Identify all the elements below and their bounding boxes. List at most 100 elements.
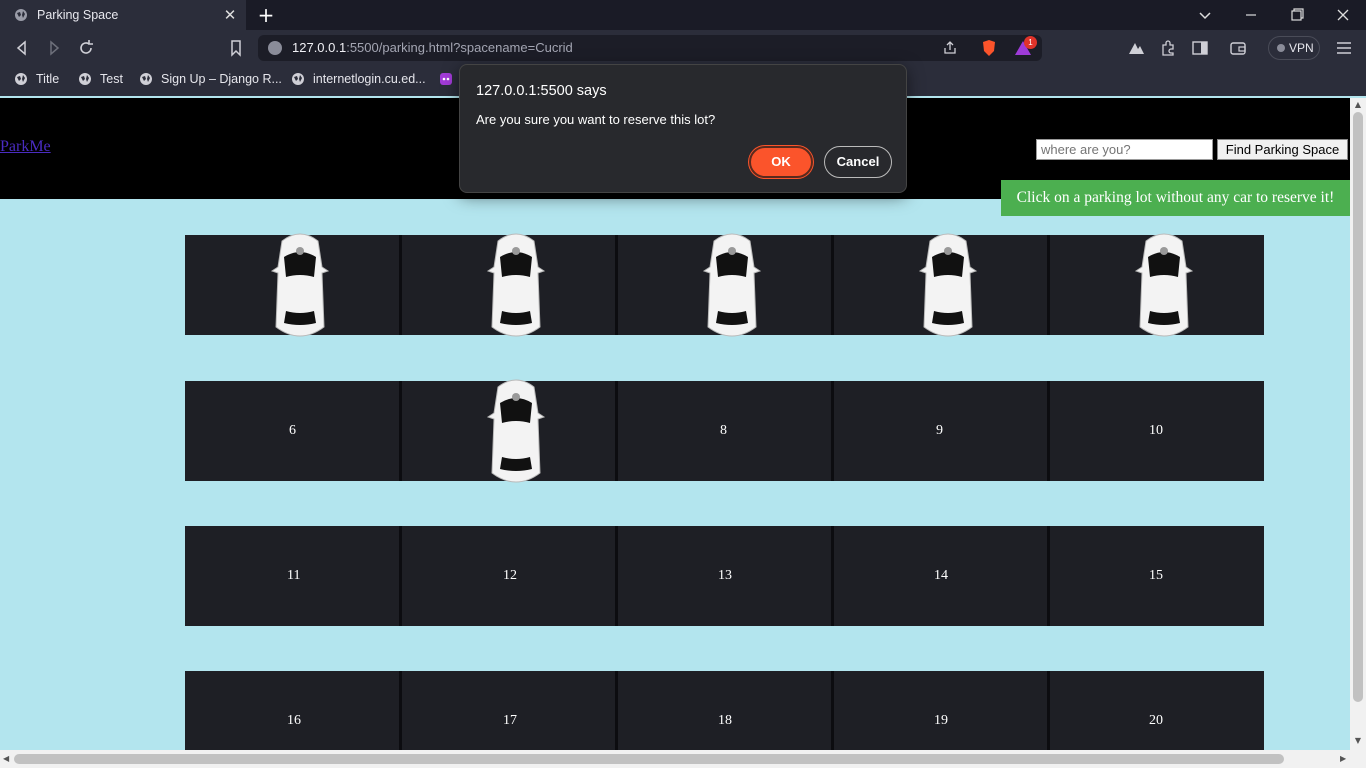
- parking-lot[interactable]: 3: [617, 233, 831, 337]
- bookmark-icon[interactable]: [226, 38, 246, 58]
- bookmark-item[interactable]: internetlogin.cu.ed...: [291, 72, 426, 86]
- assistant-icon: [440, 73, 452, 85]
- parking-lot[interactable]: 15: [1049, 526, 1263, 626]
- globe-icon: [292, 73, 304, 85]
- horizontal-scrollbar[interactable]: ◀ ▶: [0, 750, 1366, 768]
- url-text[interactable]: 127.0.0.1:5500/parking.html?spacename=Cu…: [292, 40, 573, 55]
- bookmark-label: Title: [36, 72, 60, 86]
- confirm-dialog: 127.0.0.1:5500 says Are you sure you wan…: [459, 64, 907, 193]
- lot-number: 14: [934, 568, 948, 583]
- forward-icon[interactable]: [44, 38, 64, 58]
- parking-lot[interactable]: 4: [833, 233, 1047, 337]
- car-icon: [1132, 227, 1196, 343]
- parking-lot[interactable]: 16: [185, 671, 399, 750]
- parking-row: 16 17 18 19 20: [185, 671, 1264, 750]
- rewards-badge: 1: [1024, 36, 1037, 49]
- bookmark-label: Sign Up – Django R...: [161, 72, 282, 86]
- site-info-icon[interactable]: [268, 41, 282, 55]
- lot-number: 12: [503, 568, 517, 583]
- location-search-input[interactable]: [1036, 139, 1213, 160]
- tab-title: Parking Space: [37, 8, 119, 22]
- bookmark-label: Test: [100, 72, 123, 86]
- parking-lot[interactable]: 14: [833, 526, 1047, 626]
- parking-lot[interactable]: 5: [1049, 233, 1263, 337]
- bookmark-item[interactable]: [439, 72, 461, 86]
- url-host: 127.0.0.1: [292, 40, 347, 55]
- menu-icon[interactable]: [1334, 38, 1354, 58]
- bookmark-item[interactable]: Title: [14, 72, 59, 86]
- parking-lot[interactable]: 8: [617, 381, 831, 481]
- scroll-left-icon[interactable]: ◀: [3, 754, 9, 763]
- url-path: :5500/parking.html?spacename=Cucrid: [346, 40, 573, 55]
- lot-number: 9: [936, 423, 943, 438]
- vpn-button[interactable]: VPN: [1268, 36, 1320, 60]
- parking-row: 12345: [185, 233, 1264, 337]
- parking-lot[interactable]: 18: [617, 671, 831, 750]
- minimize-icon[interactable]: [1240, 4, 1262, 26]
- cancel-button[interactable]: Cancel: [824, 146, 892, 178]
- parking-row: 11 12 13 14 15: [185, 526, 1264, 626]
- close-tab-icon[interactable]: ✕: [222, 7, 238, 23]
- lot-number: 6: [289, 423, 296, 438]
- parking-lot[interactable]: 6: [185, 381, 399, 481]
- scroll-down-icon[interactable]: ▼: [1353, 736, 1363, 746]
- parking-lot[interactable]: 2: [401, 233, 615, 337]
- bookmark-item[interactable]: Test: [78, 72, 123, 86]
- wallet-icon[interactable]: [1228, 38, 1248, 58]
- restore-icon[interactable]: [1286, 4, 1308, 26]
- globe-icon: [140, 73, 152, 85]
- horizontal-scroll-thumb[interactable]: [14, 754, 1284, 764]
- vpn-status-icon: [1277, 44, 1285, 52]
- car-icon: [268, 227, 332, 343]
- bookmark-item[interactable]: Sign Up – Django R...: [139, 72, 282, 86]
- extensions-icon[interactable]: [1158, 38, 1178, 58]
- brand-link[interactable]: ParkMe: [0, 138, 51, 156]
- lot-number: 16: [287, 713, 301, 728]
- parking-lot[interactable]: 9: [833, 381, 1047, 481]
- car-icon: [700, 227, 764, 343]
- lot-number: 13: [718, 568, 732, 583]
- close-window-icon[interactable]: [1332, 4, 1354, 26]
- parking-lot[interactable]: 20: [1049, 671, 1263, 750]
- car-icon: [484, 227, 548, 343]
- parking-lot[interactable]: 12: [401, 526, 615, 626]
- tab-search-chevron-icon[interactable]: [1194, 4, 1216, 26]
- car-icon: [916, 227, 980, 343]
- lot-number: 11: [287, 568, 301, 583]
- ok-button[interactable]: OK: [749, 146, 813, 178]
- brave-shields-icon[interactable]: [980, 39, 998, 57]
- vpn-label: VPN: [1289, 41, 1314, 55]
- globe-icon: [15, 9, 27, 21]
- globe-icon: [15, 73, 27, 85]
- address-bar[interactable]: 127.0.0.1:5500/parking.html?spacename=Cu…: [258, 35, 1042, 61]
- leo-icon[interactable]: [1126, 38, 1146, 58]
- vertical-scroll-thumb[interactable]: [1353, 112, 1363, 702]
- globe-icon: [79, 73, 91, 85]
- scroll-up-icon[interactable]: ▲: [1353, 100, 1363, 110]
- dialog-title: 127.0.0.1:5500 says: [476, 83, 607, 99]
- parking-row: 6 7 8 9 10: [185, 379, 1264, 483]
- find-parking-button[interactable]: Find Parking Space: [1217, 139, 1348, 160]
- new-tab-button[interactable]: +: [256, 5, 276, 25]
- share-icon[interactable]: [942, 40, 958, 56]
- parking-lot[interactable]: 1: [185, 233, 399, 337]
- parking-lot[interactable]: 10: [1049, 381, 1263, 481]
- sidebar-icon[interactable]: [1190, 38, 1210, 58]
- lot-number: 10: [1149, 423, 1163, 438]
- tab-parking-space[interactable]: Parking Space ✕: [0, 0, 246, 30]
- parking-lot[interactable]: 11: [185, 526, 399, 626]
- back-icon[interactable]: [12, 38, 32, 58]
- parking-lot[interactable]: 19: [833, 671, 1047, 750]
- parking-lot[interactable]: 13: [617, 526, 831, 626]
- reload-icon[interactable]: [76, 38, 96, 58]
- car-icon: [484, 373, 548, 489]
- bookmark-label: internetlogin.cu.ed...: [313, 72, 426, 86]
- parking-lot[interactable]: 7: [401, 379, 615, 483]
- dialog-message: Are you sure you want to reserve this lo…: [476, 112, 716, 127]
- scroll-right-icon[interactable]: ▶: [1340, 754, 1346, 763]
- parking-lot[interactable]: 17: [401, 671, 615, 750]
- hint-banner: Click on a parking lot without any car t…: [1001, 180, 1350, 216]
- lot-number: 20: [1149, 713, 1163, 728]
- vertical-scrollbar[interactable]: ▲ ▼: [1350, 98, 1366, 750]
- lot-number: 18: [718, 713, 732, 728]
